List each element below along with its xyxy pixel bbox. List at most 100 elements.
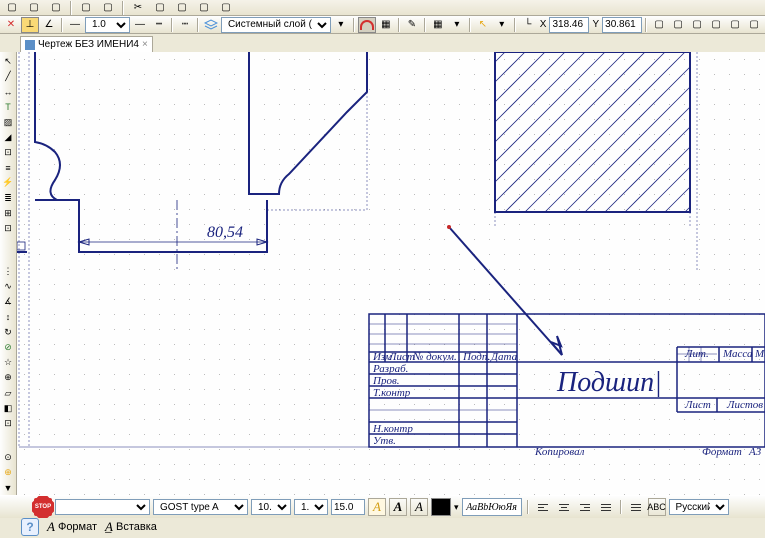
linestyle-btn[interactable]: ┉ <box>176 17 194 33</box>
coord-x-input[interactable] <box>549 17 589 33</box>
height-input[interactable] <box>331 499 365 515</box>
tool-btn[interactable]: ▢ <box>98 0 118 16</box>
tool-btn[interactable]: ▢ <box>46 0 66 16</box>
svg-text:80,54: 80,54 <box>207 224 243 241</box>
format-tab[interactable]: A Формат <box>47 519 97 535</box>
line-tool[interactable]: ╱ <box>0 69 16 83</box>
font-btn[interactable]: A <box>410 498 428 516</box>
perpendicular-btn[interactable]: ⊥ <box>21 17 39 33</box>
ortho-btn[interactable]: └ <box>519 17 537 33</box>
pointer-tool[interactable]: ↖ <box>0 54 16 68</box>
doc-icon <box>25 40 35 50</box>
stop-button[interactable]: STOP <box>34 498 52 516</box>
tool-btn[interactable]: ▢ <box>172 0 192 16</box>
tool-btn[interactable]: ◢ <box>0 130 16 144</box>
tool-btn[interactable]: ▢ <box>76 0 96 16</box>
linestyle-btn[interactable]: ┅ <box>150 17 168 33</box>
tool-btn[interactable]: ▢ <box>150 0 170 16</box>
view-btn[interactable]: ▢ <box>688 17 706 33</box>
tool-btn[interactable]: ▢ <box>2 0 22 16</box>
tool-btn[interactable]: ⊕ <box>0 371 16 385</box>
cursor-btn[interactable]: ↖ <box>474 17 492 33</box>
svg-text:Лист: Лист <box>684 399 711 411</box>
font-combo[interactable]: GOST type A <box>153 499 248 515</box>
tool-btn[interactable]: ▢ <box>216 0 236 16</box>
tool-btn[interactable]: ≣ <box>0 191 16 205</box>
view-btn[interactable]: ▢ <box>669 17 687 33</box>
insert-tab[interactable]: A̲ Вставка <box>105 519 157 535</box>
dropdown-btn[interactable]: ▾ <box>332 17 350 33</box>
tool-btn[interactable]: ⊞ <box>0 206 16 220</box>
hatch-tool[interactable]: ▨ <box>0 115 16 129</box>
grid-btn[interactable]: ▦ <box>429 17 447 33</box>
dropdown-btn[interactable]: ▾ <box>448 17 466 33</box>
view-btn[interactable]: ▢ <box>745 17 763 33</box>
line-width-combo[interactable]: 1.0 <box>85 17 130 33</box>
text-color-picker[interactable] <box>431 498 451 516</box>
linestyle-btn[interactable]: — <box>66 17 84 33</box>
close-icon[interactable]: × <box>142 39 148 50</box>
tool-btn[interactable]: ⋮ <box>0 264 16 278</box>
style-combo[interactable] <box>55 499 150 515</box>
svg-text:Утв.: Утв. <box>373 435 396 447</box>
coord-x-label: X <box>538 19 549 30</box>
help-button[interactable]: ? <box>21 518 39 536</box>
tool-btn[interactable]: ▼ <box>0 481 16 495</box>
language-combo[interactable]: Русский <box>669 499 729 515</box>
axis-x-btn[interactable]: ✕ <box>2 17 20 33</box>
tool-btn[interactable]: ∡ <box>0 295 16 309</box>
list-btn[interactable] <box>627 498 645 516</box>
dim-tool[interactable]: ↔ <box>0 84 16 98</box>
tool-btn[interactable]: ⊡ <box>0 145 16 159</box>
tool-btn[interactable]: ⊘ <box>0 340 16 354</box>
svg-text:Формат: Формат <box>702 446 742 458</box>
tool-btn[interactable]: ▢ <box>24 0 44 16</box>
tool-btn[interactable]: ↻ <box>0 325 16 339</box>
text-tool[interactable]: T <box>0 100 16 114</box>
svg-text:Дата: Дата <box>490 351 518 363</box>
tool-btn[interactable]: ⊡ <box>0 222 16 236</box>
align-right-btn[interactable] <box>576 498 594 516</box>
tool-btn[interactable]: ⊕ <box>0 465 16 479</box>
align-center-btn[interactable] <box>555 498 573 516</box>
layer-combo[interactable]: Системный слой ( <box>221 17 331 33</box>
layers-icon[interactable] <box>202 17 220 33</box>
svg-text:Подп.: Подп. <box>462 351 490 363</box>
drawing-canvas[interactable]: 80,54 Изм Лист № докум. Подп. Дата Разра… <box>17 52 765 495</box>
magnet-snap-btn[interactable] <box>358 17 376 33</box>
tool-btn[interactable]: ☆ <box>0 355 16 369</box>
tool-btn[interactable]: ↕ <box>0 310 16 324</box>
spellcheck-btn[interactable]: ABC <box>648 498 666 516</box>
document-tab[interactable]: Чертеж БЕЗ ИМЕНИ4 × <box>20 36 153 52</box>
tool-btn[interactable]: ✂ <box>128 0 148 16</box>
svg-text:Т.контр: Т.контр <box>373 387 411 399</box>
status-tabs: ? A Формат A̲ Вставка <box>0 518 765 536</box>
view-btn[interactable]: ▢ <box>707 17 725 33</box>
tool-btn[interactable]: ∿ <box>0 279 16 293</box>
tool-btn[interactable]: ⚡ <box>0 176 16 190</box>
tool-btn[interactable]: ▱ <box>0 386 16 400</box>
tool-btn[interactable]: ✎ <box>403 17 421 33</box>
align-justify-btn[interactable] <box>597 498 615 516</box>
bold-btn[interactable]: A <box>389 498 407 516</box>
tool-btn[interactable]: ⊙ <box>0 450 16 464</box>
fontsize-combo[interactable]: 10.0 <box>251 499 291 515</box>
align-left-btn[interactable] <box>534 498 552 516</box>
main-area: ↖ ╱ ↔ T ▨ ◢ ⊡ ≡ ⚡ ≣ ⊞ ⊡ ⋮ ∿ ∡ ↕ ↻ ⊘ ☆ ⊕ … <box>0 52 765 495</box>
italic-color-btn[interactable]: A <box>368 498 386 516</box>
tool-btn[interactable]: ◧ <box>0 401 16 415</box>
angle-btn[interactable]: ∠ <box>40 17 58 33</box>
document-tabs: Чертеж БЕЗ ИМЕНИ4 × <box>0 34 765 52</box>
coord-y-input[interactable] <box>602 17 642 33</box>
view-btn[interactable]: ▢ <box>726 17 744 33</box>
snap-btn[interactable]: ▦ <box>377 17 395 33</box>
spacing-combo[interactable]: 1.0 <box>294 499 328 515</box>
svg-text:Копировал: Копировал <box>534 446 585 458</box>
svg-text:№ докум.: № докум. <box>412 351 457 363</box>
tool-btn[interactable]: ⊡ <box>0 416 16 430</box>
dropdown-btn[interactable]: ▾ <box>493 17 511 33</box>
linestyle-btn[interactable]: — <box>131 17 149 33</box>
tool-btn[interactable]: ▢ <box>194 0 214 16</box>
tool-btn[interactable]: ≡ <box>0 161 16 175</box>
view-btn[interactable]: ▢ <box>650 17 668 33</box>
